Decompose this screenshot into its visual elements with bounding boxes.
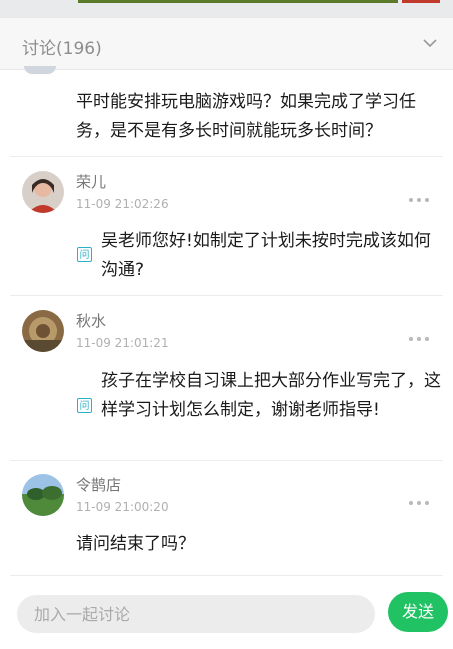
- more-dots-icon[interactable]: [409, 490, 435, 505]
- comment-time: 11-09 21:01:21: [76, 336, 169, 350]
- comment-text: 孩子在学校自习课上把大部分作业写完了，这样学习计划怎么制定，谢谢老师指导!: [101, 371, 441, 420]
- avatar[interactable]: [22, 171, 64, 213]
- chevron-down-icon[interactable]: [421, 34, 439, 52]
- comment-time: 11-09 21:00:20: [76, 500, 169, 514]
- comment-composer[interactable]: [17, 595, 375, 633]
- avatar[interactable]: [22, 474, 64, 516]
- send-button[interactable]: 发送: [388, 592, 448, 632]
- comment-time: 11-09 21:02:26: [76, 197, 169, 211]
- divider: [10, 460, 443, 461]
- top-strip: [0, 0, 453, 18]
- divider: [10, 575, 443, 576]
- question-badge: 问: [77, 398, 92, 413]
- comment-text: 吴老师您好!如制定了计划未按时完成该如何沟通?: [101, 231, 431, 280]
- comment-author[interactable]: 秋水: [76, 310, 106, 331]
- question-badge: 问: [77, 247, 92, 262]
- more-dots-icon[interactable]: [409, 326, 435, 341]
- divider: [10, 295, 443, 296]
- avatar: [24, 66, 56, 74]
- discussion-title: 讨论(196): [22, 39, 102, 59]
- banner-edge: [78, 0, 398, 3]
- avatar[interactable]: [22, 310, 64, 352]
- comment-author[interactable]: 令鹊店: [76, 474, 121, 495]
- divider: [10, 156, 443, 157]
- banner-edge-accent: [402, 0, 440, 3]
- comment-text: 平时能安排玩电脑游戏吗？如果完成了学习任务，是不是有多长时间就能玩多长时间？: [76, 92, 416, 141]
- more-dots-icon[interactable]: [409, 187, 435, 202]
- comment-author[interactable]: 荣儿: [76, 171, 106, 192]
- comment-text: 请问结束了吗？: [76, 534, 195, 554]
- comment-input[interactable]: [17, 595, 364, 633]
- discussion-header[interactable]: 讨论(196): [0, 18, 453, 70]
